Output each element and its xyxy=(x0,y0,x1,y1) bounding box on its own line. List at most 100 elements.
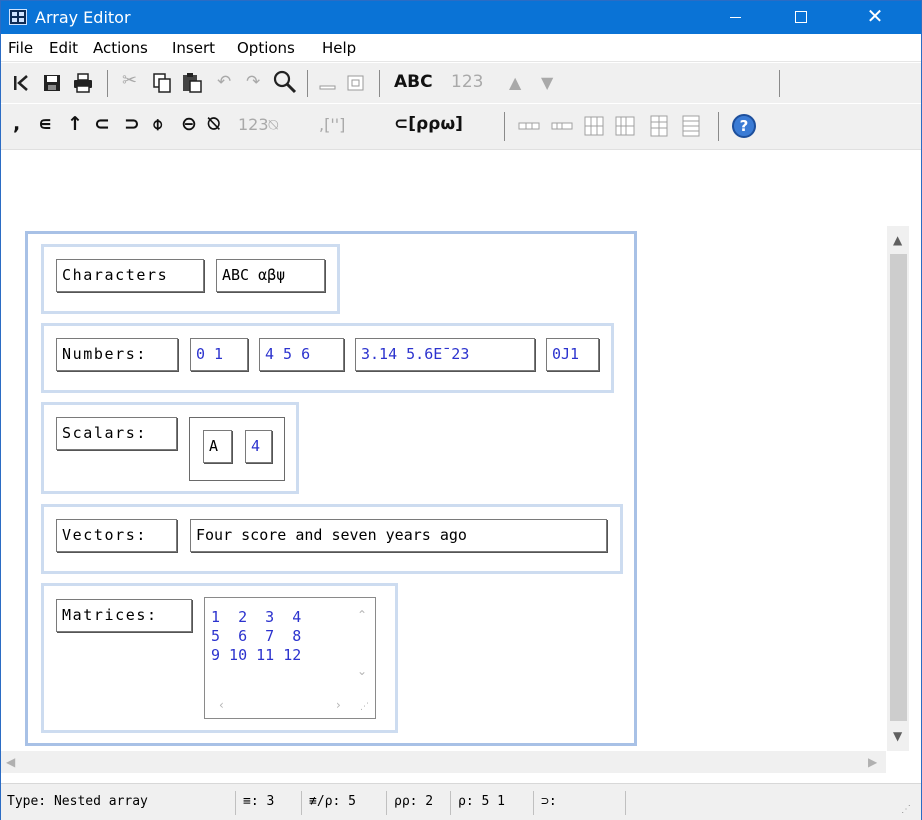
status-bar: Type: Nested array ≡: 3 ≢/⍴: 5 ⍴⍴: 2 ⍴: … xyxy=(1,783,921,820)
text-format-button[interactable]: ABC xyxy=(394,72,433,92)
toolbar-separator xyxy=(379,70,380,97)
status-divider xyxy=(625,791,626,815)
enclose-glyph-button[interactable]: ⊂ xyxy=(94,113,110,135)
complex-number-cell[interactable]: 0J1 xyxy=(546,338,599,371)
cut-icon[interactable]: ✂ xyxy=(122,70,137,91)
quote-format-button[interactable]: ,[''] xyxy=(319,115,345,134)
main-toolbar: ✂ ↶ ↷ ABC 123 ▲ ▼ xyxy=(1,63,921,103)
scalars-label: Scalars: xyxy=(56,417,177,450)
menu-edit[interactable]: Edit xyxy=(49,39,78,57)
column-layout-icon[interactable] xyxy=(584,116,604,136)
paste-icon[interactable] xyxy=(182,72,202,93)
redo-icon[interactable]: ↷ xyxy=(246,72,260,92)
reverse-glyph-button[interactable]: ⌽ xyxy=(152,113,163,135)
window-title: Array Editor xyxy=(35,8,131,27)
number-format-button[interactable]: 123 xyxy=(451,72,483,92)
number-vector-cell[interactable]: 0 1 xyxy=(190,338,248,371)
copy-icon[interactable] xyxy=(153,73,171,93)
status-divider xyxy=(533,791,534,815)
vector-value-cell[interactable]: Four score and seven years ago xyxy=(190,519,607,552)
status-divider xyxy=(386,791,387,815)
collapse-icon[interactable] xyxy=(319,77,337,91)
numbers-label: Numbers: xyxy=(56,338,178,371)
status-depth: ≡: 3 xyxy=(243,794,275,809)
scalar-number-cell[interactable]: 4 xyxy=(245,430,272,463)
scroll-up-icon[interactable]: ▲ xyxy=(893,233,902,247)
number-vector-cell[interactable]: 4 5 6 xyxy=(259,338,344,371)
matrix-scroll-up-icon[interactable]: ⌃ xyxy=(357,608,367,622)
search-icon[interactable] xyxy=(273,70,297,94)
down-arrow-icon[interactable]: ▼ xyxy=(541,73,553,92)
horizontal-scrollbar[interactable] xyxy=(1,751,886,773)
column-layout-alt-icon[interactable] xyxy=(615,116,635,136)
expand-icon[interactable] xyxy=(347,75,365,91)
close-icon: ✕ xyxy=(866,4,884,28)
toolbar-separator xyxy=(779,70,780,97)
menu-file[interactable]: File xyxy=(8,39,33,57)
ravel-glyph-button[interactable]: , xyxy=(13,113,20,135)
menu-bar: File Edit Actions Insert Options Help xyxy=(1,34,921,62)
number-vector-cell[interactable]: 3.14 5.6E¯23 xyxy=(355,338,535,371)
scroll-right-icon[interactable]: ▶ xyxy=(868,755,877,769)
matrix-resize-grip-icon[interactable]: ⋰ xyxy=(360,702,369,712)
matrices-label: Matrices: xyxy=(56,599,192,632)
undo-icon[interactable]: ↶ xyxy=(217,72,231,92)
vertical-scroll-thumb[interactable] xyxy=(890,254,907,721)
grid-layout-alt-icon[interactable] xyxy=(681,115,701,137)
matrix-scroll-left-icon[interactable]: ‹ xyxy=(219,698,224,712)
transpose-glyph-button[interactable]: ⍉ xyxy=(208,113,219,135)
apl-toolbar: , ∊ ↑ ⊂ ⊃ ⌽ ⊖ ⍉ 123⍉ ,[''] ⊂[⍴⍴⍵] ? xyxy=(1,104,921,150)
take-glyph-button[interactable]: ↑ xyxy=(67,113,83,135)
minimize-icon xyxy=(729,17,741,18)
characters-label: Characters xyxy=(56,259,204,292)
disclose-glyph-button[interactable]: ⊃ xyxy=(124,113,140,135)
print-icon[interactable] xyxy=(73,73,93,93)
close-button[interactable]: ✕ xyxy=(852,1,898,34)
toolbar-separator xyxy=(718,112,719,141)
toolbar-separator xyxy=(307,70,308,97)
help-icon[interactable]: ? xyxy=(732,114,756,138)
matrix-row: 9 10 11 12 xyxy=(211,646,302,664)
status-first: ⊃: xyxy=(541,794,557,809)
save-icon[interactable] xyxy=(43,74,61,92)
numeric-transpose-button[interactable]: 123⍉ xyxy=(238,115,278,135)
up-arrow-icon[interactable]: ▲ xyxy=(509,73,521,92)
rotate-first-glyph-button[interactable]: ⊖ xyxy=(181,113,197,135)
menu-actions[interactable]: Actions xyxy=(93,39,148,57)
status-rank: ⍴⍴: 2 xyxy=(394,794,434,809)
status-divider xyxy=(301,791,302,815)
status-divider xyxy=(450,791,451,815)
menu-insert[interactable]: Insert xyxy=(172,39,215,57)
matrix-row: 5 6 7 8 xyxy=(211,627,302,645)
status-shape: ⍴: 5 1 xyxy=(458,794,505,809)
matrix-cell[interactable]: 1 2 3 4 5 6 7 8 9 10 11 12 ⌃ ⌄ ‹ › ⋰ xyxy=(204,597,376,719)
toolbar-separator xyxy=(107,70,108,97)
app-icon xyxy=(9,9,27,25)
vectors-label: Vectors: xyxy=(56,519,177,552)
status-tally: ≢/⍴: 5 xyxy=(309,794,356,809)
row-layout-alt-icon[interactable] xyxy=(551,121,573,131)
bracket-format-button[interactable]: ⊂[⍴⍴⍵] xyxy=(394,114,463,134)
first-icon[interactable] xyxy=(13,75,29,91)
maximize-button[interactable] xyxy=(778,1,824,34)
characters-value[interactable]: ABC αβψ xyxy=(216,259,325,292)
grid-layout-icon[interactable] xyxy=(649,115,669,137)
row-layout-icon[interactable] xyxy=(518,121,540,131)
scroll-left-icon[interactable]: ◀ xyxy=(6,755,15,769)
matrix-row: 1 2 3 4 xyxy=(211,608,302,626)
help-icon-glyph: ? xyxy=(739,117,749,135)
scalar-char-cell[interactable]: A xyxy=(203,430,232,463)
array-editor-window: Array Editor ✕ File Edit Actions Insert … xyxy=(0,0,922,820)
menu-options[interactable]: Options xyxy=(237,39,295,57)
scroll-down-icon[interactable]: ▼ xyxy=(893,729,902,743)
menu-help[interactable]: Help xyxy=(322,39,356,57)
title-bar: Array Editor ✕ xyxy=(1,1,921,34)
minimize-button[interactable] xyxy=(712,1,758,34)
status-type: Type: Nested array xyxy=(7,794,148,809)
toolbar-separator xyxy=(504,112,505,141)
maximize-icon xyxy=(795,11,807,23)
matrix-scroll-down-icon[interactable]: ⌄ xyxy=(357,664,367,678)
enlist-glyph-button[interactable]: ∊ xyxy=(38,113,52,135)
matrix-scroll-right-icon[interactable]: › xyxy=(336,698,341,712)
resize-grip-icon[interactable]: ⋰ xyxy=(901,804,911,815)
